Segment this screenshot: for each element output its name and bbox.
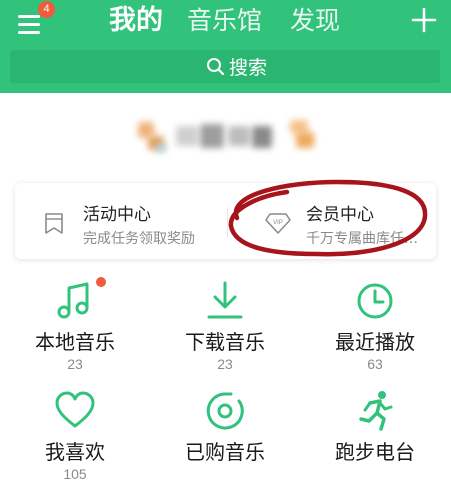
search-icon xyxy=(207,58,225,76)
vip-center-title: 会员中心 xyxy=(306,205,374,225)
grid-label: 本地音乐 xyxy=(35,330,115,354)
vip-center-subtitle: 千万专属曲库任… xyxy=(306,231,418,247)
tab-discover[interactable]: 发现 xyxy=(290,4,340,38)
search-label: 搜索 xyxy=(229,57,268,79)
search-bar[interactable]: 搜索 xyxy=(10,50,440,83)
grid-running-radio[interactable]: 跑步电台 xyxy=(300,389,450,483)
clock-icon xyxy=(357,283,393,319)
blurred-avatar[interactable] xyxy=(138,118,323,158)
tab-mine[interactable]: 我的 xyxy=(109,4,163,38)
running-icon xyxy=(359,391,393,431)
bookmark-icon xyxy=(45,213,63,234)
new-item-dot xyxy=(96,277,106,287)
grid-local-music[interactable]: 本地音乐 23 xyxy=(0,277,150,373)
feature-cards: 活动中心 完成任务领取奖励 VIP 会员中心 千万专属曲库任… xyxy=(15,183,436,259)
activity-center-title: 活动中心 xyxy=(83,205,151,225)
activity-center-card[interactable]: 活动中心 完成任务领取奖励 xyxy=(15,183,225,259)
grid-count: 23 xyxy=(217,356,233,372)
music-note-icon xyxy=(57,282,89,319)
grid-recent-plays[interactable]: 最近播放 63 xyxy=(300,279,450,373)
grid-count: 105 xyxy=(63,466,87,482)
grid-count: 63 xyxy=(367,356,383,372)
top-app-bar: 4 我的 音乐馆 发现 搜索 xyxy=(0,0,451,93)
svg-text:VIP: VIP xyxy=(273,220,283,226)
download-icon xyxy=(207,281,243,319)
grid-label: 下载音乐 xyxy=(185,330,265,354)
activity-center-subtitle: 完成任务领取奖励 xyxy=(83,231,195,247)
tab-music-hall[interactable]: 音乐馆 xyxy=(187,4,262,38)
purchased-disc-icon xyxy=(206,392,244,430)
vip-diamond-icon: VIP xyxy=(265,213,291,234)
notification-badge: 4 xyxy=(38,1,55,18)
heart-icon xyxy=(55,391,95,428)
vip-center-card[interactable]: VIP 会员中心 千万专属曲库任… xyxy=(228,183,436,259)
grid-label: 我喜欢 xyxy=(45,440,105,464)
grid-count: 23 xyxy=(67,356,83,372)
grid-purchased-music[interactable]: 已购音乐 xyxy=(150,389,300,483)
grid-label: 已购音乐 xyxy=(185,440,265,464)
grid-downloaded-music[interactable]: 下载音乐 23 xyxy=(150,279,300,373)
grid-label: 最近播放 xyxy=(335,330,415,354)
grid-favorites[interactable]: 我喜欢 105 xyxy=(0,389,150,483)
plus-icon[interactable] xyxy=(411,7,437,33)
grid-label: 跑步电台 xyxy=(335,440,415,464)
